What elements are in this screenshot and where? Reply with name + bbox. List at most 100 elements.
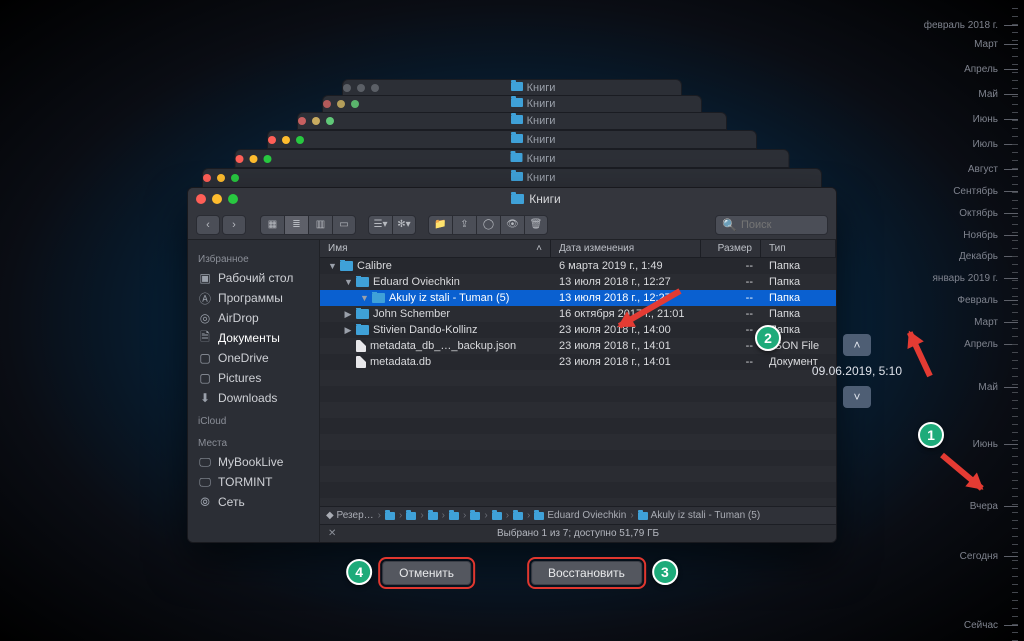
breadcrumb[interactable] xyxy=(449,512,459,520)
disclosure-icon[interactable]: ▼ xyxy=(344,277,352,287)
cancel-button[interactable]: Отменить xyxy=(382,561,471,585)
sidebar-item[interactable]: 🖵MyBookLive xyxy=(188,452,319,472)
breadcrumb[interactable] xyxy=(385,512,395,520)
timeline-tick[interactable]: Ноябрь xyxy=(963,230,1018,241)
back-button[interactable]: ‹ xyxy=(196,215,220,235)
titlebar[interactable]: Книги xyxy=(188,188,836,210)
timeline-tick[interactable]: Сейчас xyxy=(964,620,1018,631)
col-name[interactable]: Имя˄ xyxy=(320,240,551,257)
snapshot-up-button[interactable]: ˄ xyxy=(843,334,871,356)
sidebar-item[interactable]: ⬇Downloads xyxy=(188,388,319,408)
timeline-tick[interactable]: Апрель xyxy=(964,64,1018,75)
forward-button[interactable]: › xyxy=(222,215,246,235)
timeline-label: Октябрь xyxy=(959,208,998,219)
sidebar: Избранное▣Рабочий столⒶПрограммы◎AirDrop… xyxy=(188,240,320,542)
close-icon[interactable] xyxy=(196,194,206,204)
breadcrumb[interactable] xyxy=(428,512,438,520)
rows-container[interactable]: ▼Calibre6 марта 2019 г., 1:49--Папка▼Edu… xyxy=(320,258,836,506)
folder-icon xyxy=(372,293,385,303)
trash-button[interactable]: 🗑 xyxy=(524,215,548,235)
action-button[interactable]: ✻▾ xyxy=(392,215,416,235)
col-date[interactable]: Дата изменения xyxy=(551,240,701,257)
timeline-tick[interactable]: Сентябрь xyxy=(953,186,1018,197)
view-gallery-button[interactable]: ▭ xyxy=(332,215,356,235)
toolbar: ‹ › ▦ ≣ ▥ ▭ ☰▾ ✻▾ 📁 ⇪ ◯ 👁 🗑 🔍 xyxy=(188,210,836,240)
timeline-tick[interactable]: Февраль xyxy=(957,295,1018,306)
timeline-tick[interactable]: Октябрь xyxy=(959,208,1018,219)
breadcrumb[interactable]: Akuly iz stali - Tuman (5) xyxy=(638,510,760,521)
view-list-button[interactable]: ≣ xyxy=(284,215,308,235)
timeline-tick[interactable]: Март xyxy=(974,317,1018,328)
arrange-button[interactable]: ☰▾ xyxy=(368,215,392,235)
sidebar-item[interactable]: ▣Рабочий стол xyxy=(188,268,319,288)
file-name: Calibre xyxy=(357,260,392,272)
minimize-icon[interactable] xyxy=(212,194,222,204)
timeline-label: январь 2019 г. xyxy=(933,273,998,284)
breadcrumb[interactable] xyxy=(513,512,523,520)
globe-icon: ⦾ xyxy=(198,496,212,508)
quicklook-button[interactable]: 👁 xyxy=(500,215,524,235)
timeline-label: Май xyxy=(978,89,998,100)
disclosure-icon[interactable]: ▶ xyxy=(344,309,352,320)
sidebar-item[interactable]: 🗎Документы xyxy=(188,328,319,348)
timeline-tick[interactable]: Август xyxy=(968,164,1018,175)
restore-button[interactable]: Восстановить xyxy=(531,561,642,585)
search-field[interactable]: 🔍 xyxy=(715,215,828,235)
folder-icon xyxy=(356,325,369,335)
disclosure-icon[interactable]: ▼ xyxy=(328,261,336,271)
table-row[interactable]: ▶John Schember16 октября 2017 г., 21:01-… xyxy=(320,306,836,322)
file-date: 13 июля 2018 г., 12:27 xyxy=(551,276,701,288)
sidebar-item[interactable]: ▢OneDrive xyxy=(188,348,319,368)
table-row[interactable]: ▼Eduard Oviechkin13 июля 2018 г., 12:27-… xyxy=(320,274,836,290)
breadcrumb[interactable]: Eduard Oviechkin xyxy=(534,510,626,521)
timeline-tick[interactable]: Вчера xyxy=(970,501,1018,512)
timeline-tick[interactable]: Апрель xyxy=(964,339,1018,350)
snapshot-down-button[interactable]: ˅ xyxy=(843,386,871,408)
close-icon[interactable]: ✕ xyxy=(328,528,336,539)
view-icons-button[interactable]: ▦ xyxy=(260,215,284,235)
window-title: Книги xyxy=(244,192,828,206)
sidebar-item-label: Документы xyxy=(218,331,280,345)
tags-button[interactable]: ◯ xyxy=(476,215,500,235)
timeline-tick[interactable]: Сегодня xyxy=(960,551,1018,562)
timeline-tick[interactable]: февраль 2018 г. xyxy=(924,20,1018,31)
timeline-label: Июнь xyxy=(973,114,998,125)
breadcrumb[interactable] xyxy=(470,512,480,520)
table-row[interactable]: metadata.db23 июля 2018 г., 14:01--Докум… xyxy=(320,354,836,370)
table-row[interactable]: ▼Calibre6 марта 2019 г., 1:49--Папка xyxy=(320,258,836,274)
zoom-icon[interactable] xyxy=(228,194,238,204)
timeline-label: Сентябрь xyxy=(953,186,998,197)
share-button[interactable]: ⇪ xyxy=(452,215,476,235)
timeline-tick[interactable]: Декабрь xyxy=(959,251,1018,262)
path-bar[interactable]: ◆ Резер…›››››››› Eduard Oviechkin› Akuly… xyxy=(320,506,836,524)
table-row[interactable]: ▼Akuly iz stali - Tuman (5)13 июля 2018 … xyxy=(320,290,836,306)
view-columns-button[interactable]: ▥ xyxy=(308,215,332,235)
disclosure-icon[interactable]: ▶ xyxy=(344,325,352,336)
timeline[interactable]: февраль 2018 г.МартАпрельМайИюньИюльАвгу… xyxy=(918,8,1018,632)
sidebar-item[interactable]: ⒶПрограммы xyxy=(188,288,319,308)
search-input[interactable] xyxy=(741,219,821,231)
finder-window: Книги ‹ › ▦ ≣ ▥ ▭ ☰▾ ✻▾ 📁 ⇪ ◯ 👁 🗑 🔍 xyxy=(187,187,837,543)
col-size[interactable]: Размер xyxy=(701,240,761,257)
sidebar-item[interactable]: ⦾Сеть xyxy=(188,492,319,512)
sidebar-item[interactable]: 🖵TORMINT xyxy=(188,472,319,492)
breadcrumb[interactable]: ◆ Резер… xyxy=(326,510,374,521)
file-kind: Папка xyxy=(761,308,836,320)
breadcrumb[interactable] xyxy=(492,512,502,520)
timeline-label: Апрель xyxy=(964,64,998,75)
col-kind[interactable]: Тип xyxy=(761,240,836,257)
sidebar-item[interactable]: ◎AirDrop xyxy=(188,308,319,328)
file-date: 23 июля 2018 г., 14:01 xyxy=(551,340,701,352)
status-bar: ✕ Выбрано 1 из 7; доступно 51,79 ГБ xyxy=(320,524,836,542)
timeline-tick[interactable]: Май xyxy=(978,89,1018,100)
sidebar-heading: Места xyxy=(188,430,319,452)
annotation-badge-3: 3 xyxy=(652,559,678,585)
sidebar-item[interactable]: ▢Pictures xyxy=(188,368,319,388)
timeline-tick[interactable]: январь 2019 г. xyxy=(933,273,1018,284)
new-folder-button[interactable]: 📁 xyxy=(428,215,452,235)
display-icon: 🖵 xyxy=(198,476,212,488)
disclosure-icon[interactable]: ▼ xyxy=(360,293,368,303)
sidebar-heading: Избранное xyxy=(188,246,319,268)
breadcrumb[interactable] xyxy=(406,512,416,520)
column-headers[interactable]: Имя˄ Дата изменения Размер Тип xyxy=(320,240,836,258)
